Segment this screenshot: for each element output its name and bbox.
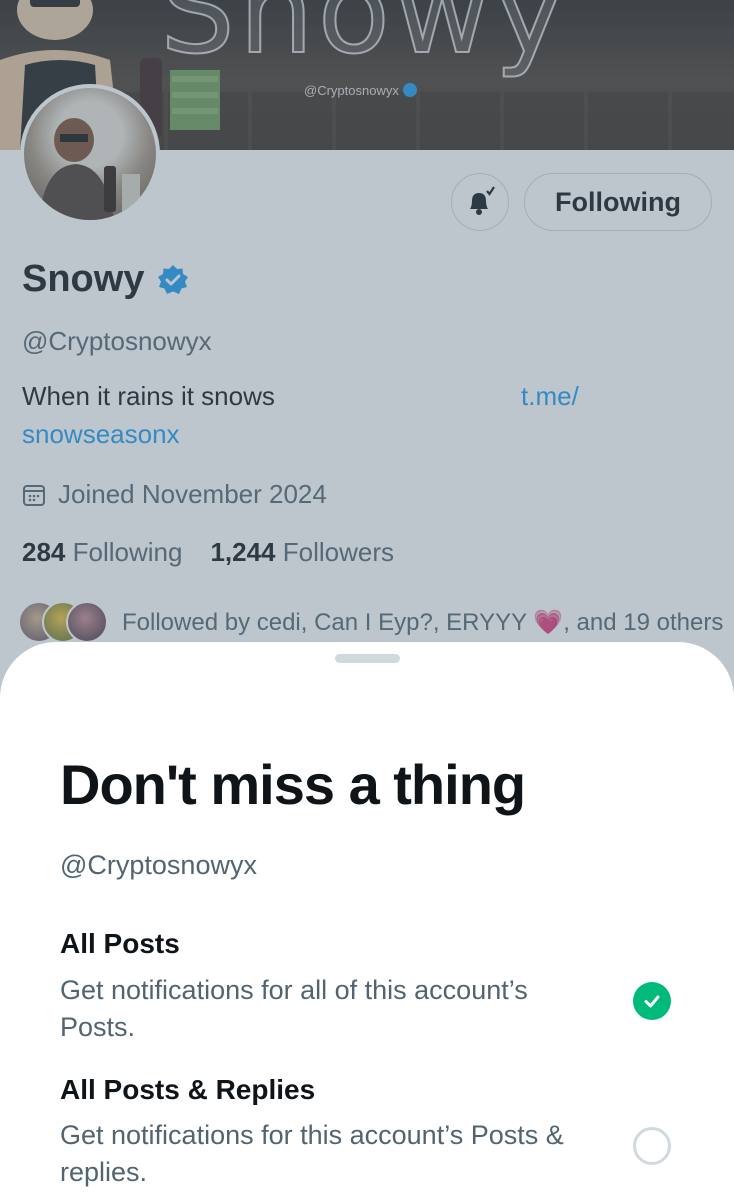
option-all-posts-description[interactable]: Get notifications for all of this accoun… (60, 972, 600, 1046)
sheet-title: Don't miss a thing (60, 753, 526, 816)
option-all-posts-title[interactable]: All Posts (60, 928, 180, 960)
option-posts-replies-description[interactable]: Get notifications for this account’s Pos… (60, 1117, 600, 1191)
sheet-handle: @Cryptosnowyx (60, 850, 257, 880)
sheet-drag-handle[interactable] (335, 654, 400, 663)
check-icon (644, 995, 660, 1008)
option-posts-replies-title[interactable]: All Posts & Replies (60, 1074, 315, 1106)
option-all-posts-radio[interactable] (633, 982, 671, 1020)
notification-bottom-sheet: Don't miss a thing @Cryptosnowyx All Pos… (0, 642, 734, 1200)
option-posts-replies-radio[interactable] (633, 1127, 671, 1165)
